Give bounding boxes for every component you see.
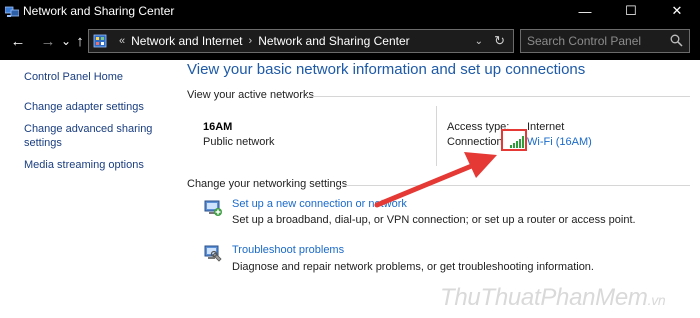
network-info-divider (436, 106, 437, 166)
troubleshoot-icon (203, 243, 223, 263)
setup-new-connection-description: Set up a broadband, dial-up, or VPN conn… (232, 214, 636, 226)
media-streaming-options-link[interactable]: Media streaming options (24, 158, 174, 172)
watermark-text: ThuThuatPhanMem (440, 284, 648, 311)
access-type-value: Internet (527, 121, 565, 133)
page-title: View your basic network information and … (187, 61, 586, 78)
new-connection-icon (203, 197, 223, 217)
search-input[interactable] (527, 34, 667, 48)
up-button[interactable]: ↑ (72, 29, 88, 53)
breadcrumb-separator-icon[interactable]: › (249, 35, 253, 47)
search-box[interactable] (520, 29, 690, 53)
chevron-down-icon[interactable]: ⌄ (475, 36, 483, 47)
network-category-link: Public network (203, 136, 275, 148)
close-button[interactable]: ✕ (654, 0, 700, 22)
troubleshoot-problems-link[interactable]: Troubleshoot problems (232, 244, 344, 256)
control-panel-icon (93, 34, 107, 48)
window-title: Network and Sharing Center (23, 4, 175, 18)
forward-button[interactable]: → (36, 29, 60, 53)
watermark-suffix: .vn (647, 292, 666, 308)
refresh-icon[interactable]: ↻ (494, 33, 505, 49)
title-bar: Network and Sharing Center — ☐ ✕ (0, 0, 700, 22)
maximize-button[interactable]: ☐ (608, 0, 654, 22)
active-networks-divider (306, 96, 690, 97)
left-navigation-pane: Control Panel Home Change adapter settin… (24, 70, 174, 180)
watermark-logo: ThuThuatPhanMem.vn (440, 284, 666, 312)
change-advanced-sharing-settings-link[interactable]: Change advanced sharing settings (24, 122, 174, 150)
network-sharing-center-window: Network and Sharing Center — ☐ ✕ ← → ⌄ ↑… (0, 0, 700, 318)
network-name: 16AM (203, 121, 233, 133)
minimize-button[interactable]: — (562, 0, 608, 22)
wifi-signal-icon[interactable] (510, 135, 526, 148)
troubleshoot-problems-description: Diagnose and repair network problems, or… (232, 261, 594, 273)
change-adapter-settings-link[interactable]: Change adapter settings (24, 100, 174, 114)
setup-new-connection-link[interactable]: Set up a new connection or network (232, 198, 407, 210)
recent-locations-button[interactable]: ⌄ (60, 29, 72, 53)
access-type-label: Access type: (447, 121, 510, 133)
address-bar: ← → ⌄ ↑ « Network and Internet › Network… (0, 22, 700, 60)
breadcrumb[interactable]: « Network and Internet › Network and Sha… (88, 29, 514, 53)
control-panel-home-link[interactable]: Control Panel Home (24, 70, 174, 84)
breadcrumb-overflow-icon[interactable]: « (119, 35, 125, 47)
change-settings-divider (338, 185, 690, 186)
change-settings-heading: Change your networking settings (187, 178, 348, 190)
wifi-connection-link[interactable]: Wi-Fi (16AM) (527, 136, 592, 148)
back-button[interactable]: ← (6, 29, 30, 53)
breadcrumb-network-sharing-center[interactable]: Network and Sharing Center (258, 34, 409, 48)
window-controls: — ☐ ✕ (562, 0, 700, 22)
breadcrumb-network-and-internet[interactable]: Network and Internet (131, 34, 242, 48)
search-icon[interactable] (670, 34, 683, 52)
network-center-app-icon (4, 5, 20, 17)
active-networks-heading: View your active networks (187, 89, 314, 101)
